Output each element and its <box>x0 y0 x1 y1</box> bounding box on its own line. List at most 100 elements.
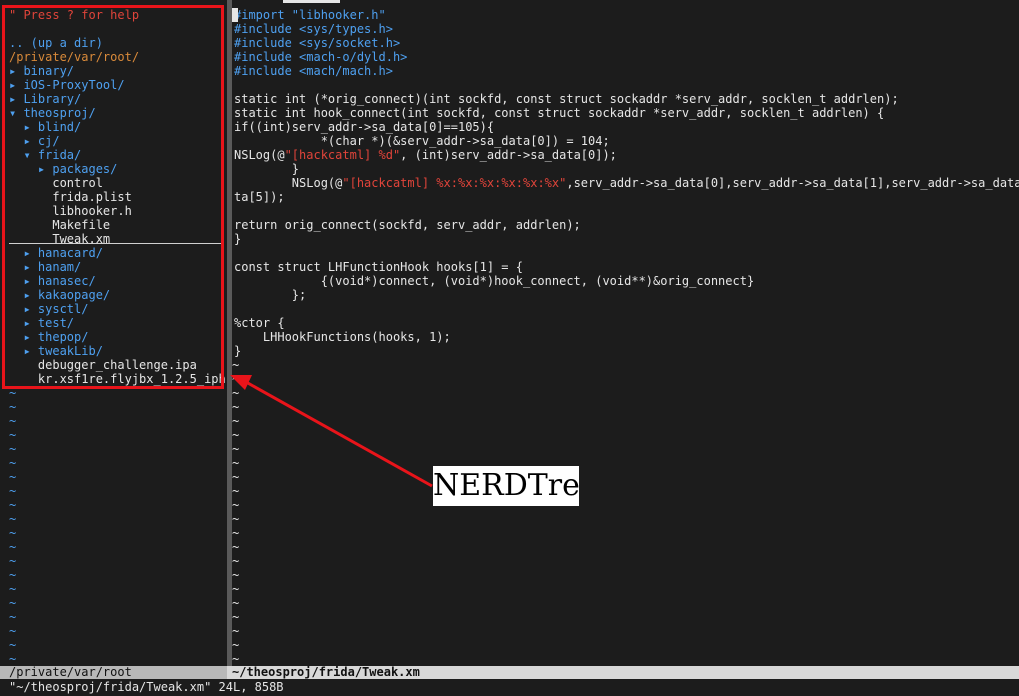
nerdtree-file-item[interactable]: debugger_challenge.ipa <box>9 358 225 372</box>
code-text: if((int)serv_addr->sa_data[0]==105){ <box>234 120 495 134</box>
nerdtree-dir-item[interactable]: ▸ blind/ <box>9 120 225 134</box>
preprocessor-directive: #include <sys/types.h> <box>234 22 393 36</box>
code-text: ta[5]); <box>234 190 285 204</box>
empty-line-tilde: ~ <box>9 610 17 624</box>
code-line: } <box>234 162 1019 176</box>
empty-line-tilde: ~ <box>9 554 17 568</box>
empty-line-tilde: ~ <box>9 428 17 442</box>
nerdtree-dir-item[interactable]: ▸ Library/ <box>9 92 225 106</box>
code-text: static int hook_connect(int sockfd, cons… <box>234 106 885 120</box>
nerdtree-dir-item[interactable]: ▾ frida/ <box>9 148 225 162</box>
nerdtree-file-item[interactable]: Makefile <box>9 218 225 232</box>
empty-line-tilde: ~ <box>9 582 17 596</box>
empty-line-tilde: ~ <box>232 428 240 442</box>
code-line: static int (*orig_connect)(int sockfd, c… <box>234 92 1019 106</box>
code-text: const struct LHFunctionHook hooks[1] = { <box>234 260 523 274</box>
empty-line-tilde: ~ <box>232 624 240 638</box>
code-line: return orig_connect(sockfd, serv_addr, a… <box>234 218 1019 232</box>
editor-panel[interactable]: #import "libhooker.h" #include <sys/types… <box>232 0 1019 666</box>
code-line: {(void*)connect, (void*)hook_connect, (v… <box>234 274 1019 288</box>
empty-line-tilde: ~ <box>232 498 240 512</box>
preprocessor-directive: #include <mach/mach.h> <box>234 64 393 78</box>
code-text: } <box>234 344 242 358</box>
empty-line-tilde: ~ <box>232 540 240 554</box>
empty-line-tilde: ~ <box>9 498 17 512</box>
editor-status-line: ~/theosproj/frida/Tweak.xm <box>227 666 1019 679</box>
code-line: #import "libhooker.h" <box>234 8 1019 22</box>
nerdtree-dir-item[interactable]: ▸ hanacard/ <box>9 246 225 260</box>
nerdtree-dir-item[interactable]: ▸ thepop/ <box>9 330 225 344</box>
empty-line-tilde: ~ <box>232 596 240 610</box>
empty-line-tilde: ~ <box>232 526 240 540</box>
empty-line-tilde: ~ <box>9 568 17 582</box>
nerdtree-dir-item[interactable]: ▸ binary/ <box>9 64 225 78</box>
preprocessor-directive: #import "libhooker.h" <box>234 8 386 22</box>
nerdtree-file-item[interactable]: kr.xsf1re.flyjbx_1.2.5_iphoneos-arm.deb <box>9 372 225 386</box>
nerdtree-cursor-line <box>9 243 223 244</box>
empty-line-tilde: ~ <box>9 624 17 638</box>
code-line: if((int)serv_addr->sa_data[0]==105){ <box>234 120 1019 134</box>
empty-line-tilde: ~ <box>9 512 17 526</box>
nerdtree-file-item[interactable]: libhooker.h <box>9 204 225 218</box>
nerdtree-dir-item[interactable]: ▸ test/ <box>9 316 225 330</box>
empty-line-tilde: ~ <box>232 652 240 666</box>
empty-line-tilde: ~ <box>9 414 17 428</box>
code-text: LHHookFunctions(hooks, 1); <box>234 330 451 344</box>
top-scroll-mark <box>283 0 340 3</box>
empty-line-tilde: ~ <box>232 582 240 596</box>
empty-line-tilde: ~ <box>232 484 240 498</box>
nerdtree-file-item[interactable]: frida.plist <box>9 190 225 204</box>
nerdtree-file-item[interactable]: control <box>9 176 225 190</box>
empty-line-tilde: ~ <box>232 554 240 568</box>
empty-line-tilde: ~ <box>9 638 17 652</box>
empty-line-tilde: ~ <box>9 442 17 456</box>
nerdtree-dir-item[interactable]: ▸ hanam/ <box>9 260 225 274</box>
code-text: static int (*orig_connect)(int sockfd, c… <box>234 92 899 106</box>
nerdtree-dir-item[interactable]: ▸ packages/ <box>9 162 225 176</box>
code-line: }; <box>234 288 1019 302</box>
code-text: } <box>234 162 300 176</box>
nerdtree-dir-item[interactable]: ▸ kakaopage/ <box>9 288 225 302</box>
empty-line-tilde: ~ <box>232 470 240 484</box>
empty-line-tilde: ~ <box>232 358 240 372</box>
code-line: const struct LHFunctionHook hooks[1] = { <box>234 260 1019 274</box>
code-line: } <box>234 344 1019 358</box>
nerdtree-dir-item[interactable]: ▸ iOS-ProxyTool/ <box>9 78 225 92</box>
empty-line-tilde: ~ <box>232 638 240 652</box>
code-line: #include <sys/socket.h> <box>234 36 1019 50</box>
nerdtree-dir-item[interactable]: ▸ hanasec/ <box>9 274 225 288</box>
nerdtree-dir-item[interactable]: ▸ sysctl/ <box>9 302 225 316</box>
code-line: *(char *)(&serv_addr->sa_data[0]) = 104; <box>234 134 1019 148</box>
preprocessor-directive: #include <mach-o/dyld.h> <box>234 50 408 64</box>
empty-line-tilde: ~ <box>9 484 17 498</box>
empty-line-tilde: ~ <box>9 596 17 610</box>
empty-line-tilde: ~ <box>232 414 240 428</box>
nerdtree-up-dir[interactable]: .. (up a dir) <box>9 36 225 50</box>
nerdtree-dir-item[interactable]: ▸ tweakLib/ <box>9 344 225 358</box>
empty-line-tilde: ~ <box>232 400 240 414</box>
text-cursor <box>232 8 238 22</box>
nerdtree-dir-item[interactable]: ▸ cj/ <box>9 134 225 148</box>
empty-line-tilde: ~ <box>9 400 17 414</box>
empty-line-tilde: ~ <box>232 568 240 582</box>
nerdtree-help-text: " Press ? for help <box>9 8 140 22</box>
string-literal: "[hackcatml] %x:%x:%x:%x:%x:%x" <box>342 176 567 190</box>
nerdtree-panel[interactable]: " Press ? for help .. (up a dir)/private/… <box>0 0 227 666</box>
vim-window: " Press ? for help.. (up a dir)/private/… <box>0 0 1019 696</box>
empty-line-tilde: ~ <box>9 386 17 400</box>
command-line[interactable]: "~/theosproj/frida/Tweak.xm" 24L, 858B <box>9 680 1009 694</box>
code-line: LHHookFunctions(hooks, 1); <box>234 330 1019 344</box>
code-line: #include <mach-o/dyld.h> <box>234 50 1019 64</box>
empty-line-tilde: ~ <box>232 456 240 470</box>
code-line: #include <mach/mach.h> <box>234 64 1019 78</box>
code-text: , (int)serv_addr->sa_data[0]); <box>400 148 617 162</box>
nerdtree-dir-item[interactable]: ▾ theosproj/ <box>9 106 225 120</box>
code-text: }; <box>234 288 307 302</box>
empty-line-tilde: ~ <box>232 442 240 456</box>
code-text: ,serv_addr->sa_data[0],serv_addr->sa_dat… <box>566 176 1019 190</box>
empty-line-tilde: ~ <box>9 526 17 540</box>
code-line: %ctor { <box>234 316 1019 330</box>
